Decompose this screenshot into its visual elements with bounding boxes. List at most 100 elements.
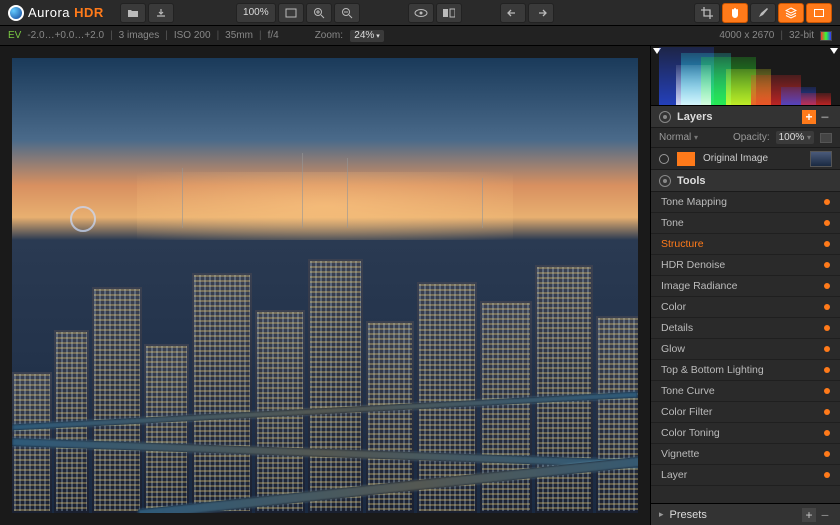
tool-label: Image Radiance — [661, 280, 737, 292]
expand-dot-icon — [824, 304, 830, 310]
layer-controls: Normal ▾ Opacity: 100% ▾ — [651, 128, 840, 148]
ev-label: EV — [8, 30, 21, 41]
logo-icon — [8, 5, 24, 21]
top-toolbar: Aurora HDR 100% — [0, 0, 840, 26]
focal-length: 35mm — [225, 30, 253, 41]
layer-item[interactable]: Original Image — [651, 148, 840, 170]
tool-label: Tone Curve — [661, 385, 715, 397]
tool-label: Top & Bottom Lighting — [661, 364, 764, 376]
tool-label: Glow — [661, 343, 685, 355]
expand-dot-icon — [824, 409, 830, 415]
tool-label: Color — [661, 301, 686, 313]
bit-depth: 32-bit — [789, 30, 814, 41]
tool-label: Layer — [661, 469, 687, 481]
tool-row[interactable]: Tone — [651, 213, 840, 234]
iso-value: ISO 200 — [174, 30, 211, 41]
opacity-label: Opacity: — [733, 132, 770, 143]
remove-preset-button[interactable]: − — [818, 508, 832, 522]
tools-list: Tone Mapping Tone Structure HDR Denoise Imag… — [651, 192, 840, 503]
opacity-value[interactable]: 100% ▾ — [776, 131, 814, 144]
image-dimensions: 4000 x 2670 — [719, 30, 774, 41]
expand-dot-icon — [824, 472, 830, 478]
layers-title: Layers — [677, 111, 712, 123]
mask-icon[interactable] — [820, 133, 832, 143]
layer-color-swatch — [677, 152, 695, 166]
layer-visibility-icon[interactable] — [659, 154, 669, 164]
expand-dot-icon — [824, 262, 830, 268]
zoom-label: Zoom: — [315, 30, 343, 41]
redo-button[interactable] — [528, 3, 554, 23]
tool-label: Structure — [661, 238, 704, 250]
tools-title: Tools — [677, 175, 706, 187]
layers-panel-header: Layers + − — [651, 106, 840, 128]
highlight-clip-indicator[interactable] — [830, 48, 838, 54]
image-preview — [12, 58, 638, 513]
expand-dot-icon — [824, 430, 830, 436]
expand-dot-icon — [824, 220, 830, 226]
tool-row[interactable]: Tone Curve — [651, 381, 840, 402]
expand-dot-icon — [824, 325, 830, 331]
tool-row[interactable]: Tone Mapping — [651, 192, 840, 213]
layers-panel-button[interactable] — [778, 3, 804, 23]
tool-row[interactable]: Color Filter — [651, 402, 840, 423]
blend-mode-dropdown[interactable]: Normal ▾ — [659, 132, 698, 143]
zoom-display[interactable]: 100% — [236, 3, 276, 23]
add-preset-button[interactable]: + — [802, 508, 816, 522]
app-name: Aurora HDR — [28, 5, 104, 20]
info-bar: EV -2.0…+0.0…+2.0 | 3 images | ISO 200 |… — [0, 26, 840, 46]
tool-row[interactable]: Structure — [651, 234, 840, 255]
tool-row[interactable]: Image Radiance — [651, 276, 840, 297]
tools-panel-header: Tools — [651, 170, 840, 192]
tool-label: Color Filter — [661, 406, 712, 418]
crop-button[interactable] — [694, 3, 720, 23]
expand-dot-icon — [824, 451, 830, 457]
tool-label: Details — [661, 322, 693, 334]
tool-label: Tone — [661, 217, 684, 229]
open-folder-button[interactable] — [120, 3, 146, 23]
expand-dot-icon — [824, 367, 830, 373]
main-area: Layers + − Normal ▾ Opacity: 100% ▾ Orig… — [0, 46, 840, 525]
canvas[interactable] — [0, 46, 650, 525]
histogram[interactable] — [651, 46, 840, 106]
tool-label: HDR Denoise — [661, 259, 725, 271]
zoom-out-button[interactable] — [334, 3, 360, 23]
app-logo: Aurora HDR — [8, 5, 104, 21]
hand-tool-button[interactable] — [722, 3, 748, 23]
zoom-dropdown[interactable]: 24% ▾ — [349, 29, 385, 43]
tool-row[interactable]: HDR Denoise — [651, 255, 840, 276]
fit-screen-button[interactable] — [278, 3, 304, 23]
layer-thumbnail — [810, 151, 832, 167]
tool-row[interactable]: Layer — [651, 465, 840, 486]
preview-button[interactable] — [408, 3, 434, 23]
expand-dot-icon — [824, 199, 830, 205]
tool-row[interactable]: Color — [651, 297, 840, 318]
brush-tool-button[interactable] — [750, 3, 776, 23]
tool-label: Vignette — [661, 448, 699, 460]
tool-label: Tone Mapping — [661, 196, 727, 208]
chevron-right-icon: ▸ — [659, 509, 664, 520]
tool-row[interactable]: Glow — [651, 339, 840, 360]
expand-dot-icon — [824, 241, 830, 247]
export-button[interactable] — [148, 3, 174, 23]
undo-button[interactable] — [500, 3, 526, 23]
ev-value: -2.0…+0.0…+2.0 — [27, 30, 104, 41]
right-sidebar: Layers + − Normal ▾ Opacity: 100% ▾ Orig… — [650, 46, 840, 525]
aperture-value: f/4 — [268, 30, 279, 41]
tool-row[interactable]: Color Toning — [651, 423, 840, 444]
presets-bar[interactable]: ▸ Presets + − — [651, 503, 840, 525]
expand-dot-icon — [824, 283, 830, 289]
zoom-in-button[interactable] — [306, 3, 332, 23]
presets-panel-button[interactable] — [806, 3, 832, 23]
tool-row[interactable]: Top & Bottom Lighting — [651, 360, 840, 381]
tool-row[interactable]: Vignette — [651, 444, 840, 465]
compare-button[interactable] — [436, 3, 462, 23]
histogram-toggle-icon[interactable] — [820, 31, 832, 41]
layer-name: Original Image — [703, 153, 768, 164]
image-count: 3 images — [119, 30, 160, 41]
remove-layer-button[interactable]: − — [818, 110, 832, 124]
eye-icon[interactable] — [659, 111, 671, 123]
eye-icon[interactable] — [659, 175, 671, 187]
presets-title: Presets — [670, 509, 707, 521]
add-layer-button[interactable]: + — [802, 110, 816, 124]
tool-row[interactable]: Details — [651, 318, 840, 339]
